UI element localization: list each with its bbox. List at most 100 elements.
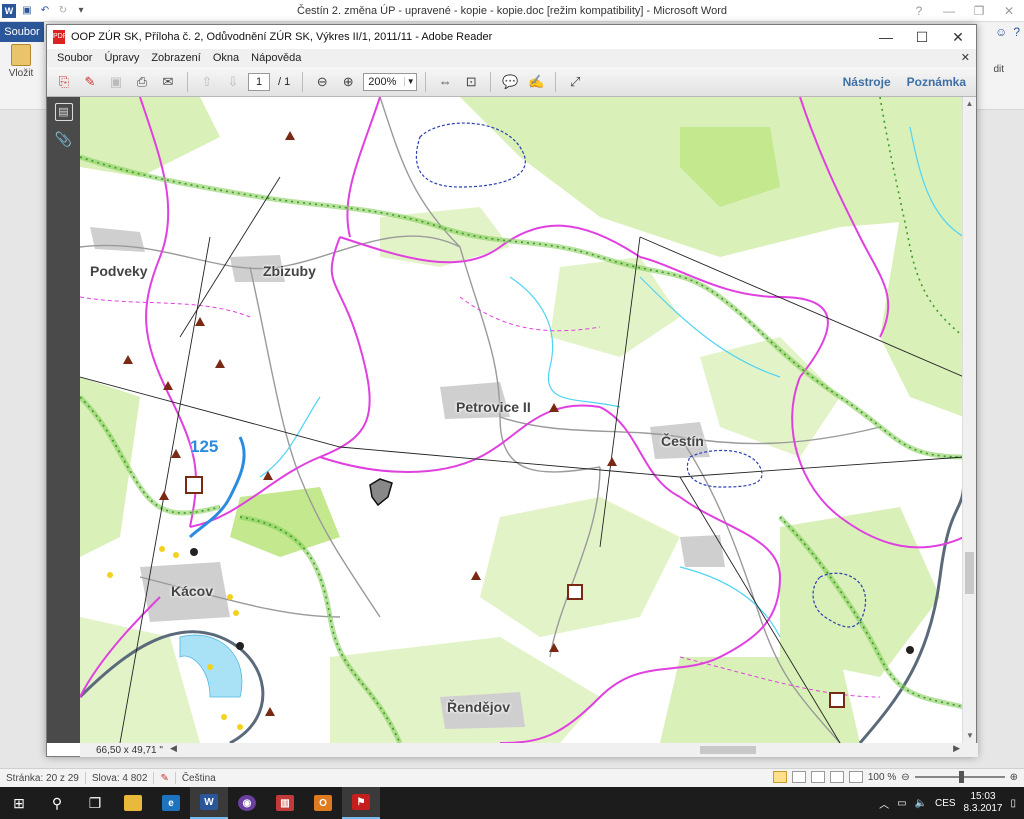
horizontal-scroll-thumb[interactable]: [700, 746, 756, 754]
previous-page-icon[interactable]: ⇧: [196, 71, 218, 93]
highlight-icon[interactable]: ✍: [525, 71, 547, 93]
zoom-out-icon[interactable]: ⊖: [311, 71, 333, 93]
reader-status-bar: 66,50 x 49,71 " ◀ ▶: [80, 743, 978, 757]
menu-napoveda[interactable]: Nápověda: [245, 52, 307, 64]
print-icon[interactable]: ⎙: [131, 71, 153, 93]
word-minimize-button[interactable]: —: [934, 0, 964, 22]
page-number-input[interactable]: 1: [248, 72, 270, 91]
menu-zobrazeni[interactable]: Zobrazení: [145, 52, 207, 64]
horizontal-scrollbar[interactable]: ◀ ▶: [170, 743, 978, 757]
reader-title-bar: PDF OOP ZÚR SK, Příloha č. 2, Odůvodnění…: [47, 25, 976, 49]
word-close-button[interactable]: ✕: [994, 0, 1024, 22]
vertical-scroll-thumb[interactable]: [965, 552, 974, 594]
scroll-up-icon[interactable]: ▲: [963, 97, 976, 111]
zoom-in-button[interactable]: ⊕: [1010, 772, 1018, 783]
word-app-icon[interactable]: W: [2, 3, 16, 18]
redo-icon[interactable]: ↻: [56, 4, 70, 18]
comments-link[interactable]: Poznámka: [907, 75, 966, 89]
toolbar-divider: [187, 71, 188, 92]
reader-close-button[interactable]: ✕: [940, 25, 976, 49]
start-button[interactable]: ⊞: [0, 787, 38, 819]
page-thumbnails-icon[interactable]: ▤: [54, 103, 73, 121]
toolbar-divider: [490, 71, 492, 92]
zoom-value: 200%: [368, 75, 397, 88]
task-view-icon[interactable]: ❐: [76, 787, 114, 819]
attachments-icon[interactable]: 📎: [55, 131, 73, 149]
place-label-cestin: Čestín: [661, 433, 704, 449]
file-explorer-icon[interactable]: [114, 787, 152, 819]
zoom-in-icon[interactable]: ⊕: [337, 71, 359, 93]
zoom-slider[interactable]: [914, 771, 1005, 783]
navigation-pane: ▤ 📎: [47, 97, 80, 743]
zoom-slider-thumb[interactable]: [958, 771, 964, 783]
reader-minimize-button[interactable]: —: [868, 25, 904, 49]
language-indicator[interactable]: Čeština: [176, 773, 222, 784]
word-file-tab[interactable]: Soubor: [0, 22, 44, 42]
outline-view-button[interactable]: [829, 771, 844, 783]
clock[interactable]: 15:03 8.3.2017: [964, 791, 1003, 815]
paste-label: Vložit: [8, 68, 34, 79]
map-view[interactable]: Podveky Zbizuby Petrovice II Čestín Káco…: [80, 97, 964, 743]
help-icon[interactable]: ?: [1013, 25, 1020, 39]
full-screen-icon[interactable]: ⤢: [564, 71, 586, 93]
save-icon[interactable]: ▣: [20, 4, 34, 18]
reader-maximize-button[interactable]: ☐: [904, 25, 940, 49]
fit-width-icon[interactable]: ⇔: [434, 71, 456, 93]
word-title-bar: W ▣ ↶ ↻ ▾ Čestín 2. změna ÚP - upravené …: [0, 0, 1024, 22]
adobe-reader-taskbar-icon[interactable]: ⚑: [342, 787, 380, 819]
account-icon[interactable]: ☺: [995, 25, 1007, 39]
word-ribbon-right: ☺ ?: [995, 22, 1020, 42]
page-size-label: 66,50 x 49,71 ": [96, 744, 163, 756]
place-label-kacov: Kácov: [171, 583, 214, 599]
menu-upravy[interactable]: Úpravy: [98, 52, 145, 64]
create-pdf-icon[interactable]: ⎘: [53, 71, 75, 93]
customize-qat-icon[interactable]: ▾: [74, 4, 88, 18]
network-icon[interactable]: ▭: [897, 798, 906, 809]
vertical-scrollbar[interactable]: ▲ ▼: [962, 97, 976, 743]
email-icon[interactable]: ✉: [157, 71, 179, 93]
notifications-icon[interactable]: ▯: [1010, 798, 1016, 809]
save-icon[interactable]: ▣: [105, 71, 127, 93]
zoom-select[interactable]: 200% ▼: [363, 72, 418, 91]
scroll-down-icon[interactable]: ▼: [963, 729, 977, 743]
proofing-icon[interactable]: ✎: [154, 773, 174, 784]
zoom-out-button[interactable]: ⊖: [901, 772, 909, 783]
place-label-zbizuby: Zbizuby: [263, 263, 316, 279]
input-language[interactable]: CES: [935, 798, 956, 809]
full-screen-view-button[interactable]: [791, 771, 806, 783]
volume-icon[interactable]: 🔈: [915, 798, 927, 809]
undo-icon[interactable]: ↶: [38, 4, 52, 18]
edge-browser-icon[interactable]: e: [152, 787, 190, 819]
clock-date: 8.3.2017: [963, 803, 1003, 814]
scroll-left-icon[interactable]: ◀: [170, 743, 177, 754]
tools-link[interactable]: Nástroje: [843, 75, 891, 89]
web-layout-view-button[interactable]: [810, 771, 825, 783]
draft-view-button[interactable]: [848, 771, 863, 783]
winrar-icon[interactable]: ▥: [266, 787, 304, 819]
edit-pdf-icon[interactable]: ✎: [79, 71, 101, 93]
map-canvas: [80, 97, 964, 743]
place-label-petrovice: Petrovice II: [456, 399, 531, 415]
toolbar-divider: [302, 71, 304, 92]
word-restore-button[interactable]: ❐: [964, 0, 994, 22]
comment-icon[interactable]: 💬: [499, 71, 521, 93]
next-page-icon[interactable]: ⇩: [222, 71, 244, 93]
tray-chevron-icon[interactable]: ︿: [879, 796, 889, 811]
zoom-level[interactable]: 100 %: [868, 772, 896, 783]
pdf-icon: PDF: [53, 30, 67, 44]
clock-time: 15:03: [970, 791, 996, 802]
paste-button[interactable]: Vložit: [6, 44, 36, 79]
fit-page-icon[interactable]: ⊡: [460, 71, 482, 93]
close-document-icon[interactable]: ✕: [961, 51, 970, 64]
firefox-icon[interactable]: ◉: [228, 787, 266, 819]
scroll-right-icon[interactable]: ▶: [953, 743, 960, 754]
word-count[interactable]: Slova: 4 802: [86, 773, 154, 784]
search-icon[interactable]: ⚲: [38, 787, 76, 819]
outlook-icon[interactable]: O: [304, 787, 342, 819]
menu-soubor[interactable]: Soubor: [51, 52, 98, 64]
menu-okna[interactable]: Okna: [207, 52, 245, 64]
word-taskbar-icon[interactable]: W: [190, 787, 228, 819]
print-layout-view-button[interactable]: [772, 771, 787, 783]
page-count[interactable]: Stránka: 20 z 29: [0, 773, 85, 784]
word-ribbon-options-icon[interactable]: ?: [904, 0, 934, 22]
